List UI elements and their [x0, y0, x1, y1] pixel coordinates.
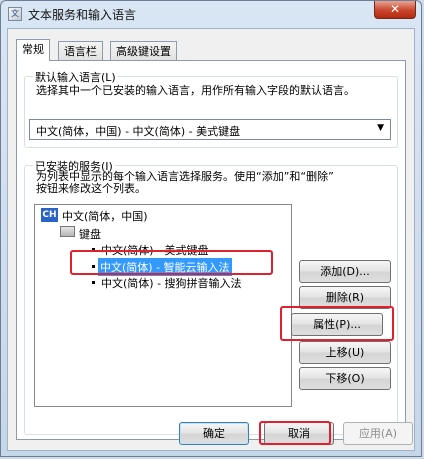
- services-tree[interactable]: CH 中文(简体，中国) 键盘 中文(简体) - 美式键盘 中文(简体) - 智…: [34, 204, 292, 407]
- apply-button: 应用(A): [343, 422, 413, 445]
- close-button[interactable]: ✕: [374, 1, 416, 19]
- app-icon: 文: [8, 7, 22, 21]
- tab-advanced-keys[interactable]: 高级键设置: [110, 41, 177, 61]
- window-title: 文本服务和输入语言: [28, 8, 137, 22]
- title-bar[interactable]: 文 文本服务和输入语言 ✕: [1, 1, 421, 27]
- highlight-cancel-box: [259, 421, 331, 445]
- tree-language-node[interactable]: 中文(简体，中国): [62, 208, 148, 224]
- language-badge-icon: CH: [41, 208, 58, 222]
- highlight-properties-box: [280, 306, 394, 341]
- move-down-button[interactable]: 下移(O): [299, 367, 391, 390]
- chevron-down-icon[interactable]: ▼: [377, 123, 384, 133]
- tree-category-keyboard[interactable]: 键盘: [79, 226, 101, 242]
- move-up-button[interactable]: 上移(U): [299, 341, 391, 364]
- dialog-window: 文 文本服务和输入语言 ✕ 常规 语言栏 高级键设置 默认输入语言(L) 选择其…: [0, 0, 422, 457]
- default-language-description: 选择其中一个已安装的输入语言，用作所有输入字段的默认语言。: [36, 84, 355, 97]
- ok-button[interactable]: 确定: [179, 422, 249, 445]
- default-language-selected: 中文(简体，中国) - 中文(简体) - 美式键盘: [36, 125, 241, 138]
- default-language-legend: 默认输入语言(L): [33, 69, 118, 85]
- bullet-icon: [92, 281, 95, 284]
- tab-language-bar[interactable]: 语言栏: [58, 41, 103, 61]
- keyboard-icon: [60, 226, 75, 237]
- tree-item[interactable]: 中文(简体) - 搜狗拼音输入法: [101, 275, 242, 291]
- default-language-dropdown[interactable]: 中文(简体，中国) - 中文(简体) - 美式键盘 ▼: [29, 119, 391, 140]
- highlight-selected-item-box: [70, 250, 273, 275]
- installed-services-description-line2: 按钮来修改这个列表。: [36, 182, 146, 195]
- tab-general[interactable]: 常规: [16, 39, 50, 61]
- add-button[interactable]: 添加(D)...: [299, 260, 391, 283]
